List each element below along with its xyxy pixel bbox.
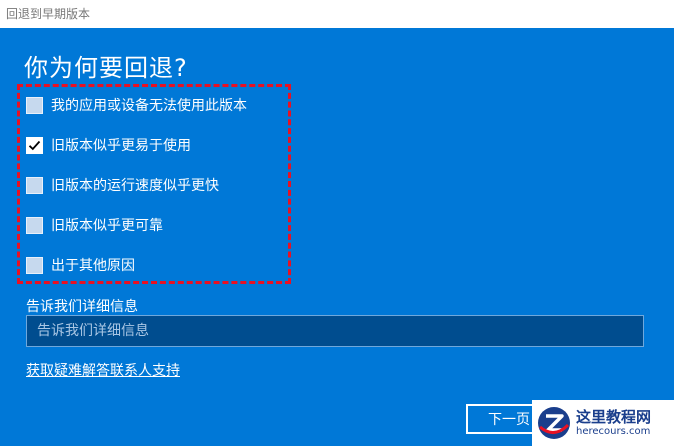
details-input[interactable]: [26, 315, 644, 347]
option-label: 旧版本似乎更易于使用: [51, 138, 191, 154]
checkbox[interactable]: [26, 256, 43, 274]
window-title: 回退到早期版本: [0, 0, 674, 28]
option-other-reason[interactable]: 出于其他原因: [26, 254, 135, 276]
support-link[interactable]: 获取疑难解答联系人支持: [26, 360, 180, 380]
option-label: 出于其他原因: [51, 258, 135, 274]
watermark-logo-icon: [538, 407, 570, 439]
option-label: 旧版本的运行速度似乎更快: [51, 178, 219, 194]
checkbox[interactable]: [26, 216, 43, 234]
checkmark-icon: [28, 140, 41, 150]
main-content: 你为何要回退? 我的应用或设备无法使用此版本 旧版本似乎更易于使用 旧版本的运行…: [0, 28, 674, 446]
option-easier-to-use[interactable]: 旧版本似乎更易于使用: [26, 134, 191, 156]
watermark-text: 这里教程网 herecours.com: [576, 409, 651, 437]
page-heading: 你为何要回退?: [24, 54, 188, 82]
option-more-reliable[interactable]: 旧版本似乎更可靠: [26, 214, 163, 236]
site-watermark: 这里教程网 herecours.com: [532, 400, 674, 446]
details-label: 告诉我们详细信息: [26, 299, 138, 315]
watermark-url: herecours.com: [576, 425, 651, 437]
checkbox[interactable]: [26, 96, 43, 114]
watermark-title: 这里教程网: [576, 408, 652, 427]
checkbox-checked[interactable]: [26, 136, 43, 154]
option-label: 旧版本似乎更可靠: [51, 218, 163, 234]
checkbox[interactable]: [26, 176, 43, 194]
option-label: 我的应用或设备无法使用此版本: [51, 98, 247, 114]
option-faster[interactable]: 旧版本的运行速度似乎更快: [26, 174, 219, 196]
rollback-window: 回退到早期版本 你为何要回退? 我的应用或设备无法使用此版本 旧版本似乎更易于使…: [0, 0, 674, 446]
option-app-device-incompatible[interactable]: 我的应用或设备无法使用此版本: [26, 94, 247, 116]
